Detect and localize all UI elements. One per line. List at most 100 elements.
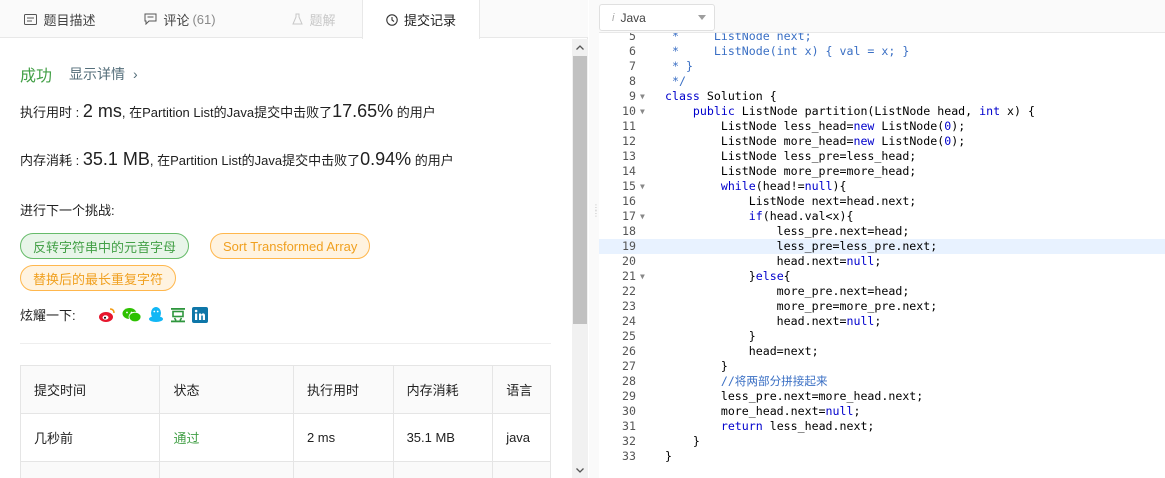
scroll-up-arrow-icon[interactable] <box>572 39 588 55</box>
fold-arrow-icon[interactable]: ▼ <box>640 269 645 284</box>
memory-stat: 内存消耗 : 35.1 MB, 在Partition List的Java提交中击… <box>20 149 454 170</box>
code-line[interactable]: 27 } <box>599 359 1165 374</box>
code-text: }else{ <box>665 269 791 283</box>
code-line[interactable]: 9 ▼ class Solution { <box>599 89 1165 104</box>
left-panel: 题目描述 评论 (61) 题解 提交记录 成功 显示详情 › 执行用时 : 2 … <box>0 0 588 478</box>
code-line[interactable]: 26 head=next; <box>599 344 1165 359</box>
code-line[interactable]: 32 } <box>599 434 1165 449</box>
cell-memory: 35.1 MB <box>394 414 494 461</box>
challenge-chip-1[interactable]: 反转字符串中的元音字母 <box>20 233 190 259</box>
code-text: head=next; <box>665 344 819 358</box>
code-line[interactable]: 16 ListNode next=head.next; <box>599 194 1165 209</box>
cell-empty <box>394 462 494 478</box>
language-select[interactable]: i Java <box>599 4 715 31</box>
code-line[interactable]: 29 less_pre.next=more_head.next; <box>599 389 1165 404</box>
code-text: less_pre.next=head; <box>665 224 910 238</box>
line-number: 32 <box>622 434 636 448</box>
tab-bar: 题目描述 评论 (61) 题解 提交记录 <box>0 0 588 39</box>
weibo-icon[interactable] <box>98 307 116 323</box>
line-number: 5 <box>629 33 636 43</box>
qq-icon[interactable] <box>148 306 164 323</box>
fold-arrow-icon[interactable]: ▼ <box>640 104 645 119</box>
line-number: 8 <box>629 74 636 88</box>
header-status: 状态 <box>160 366 294 413</box>
submissions-table: 提交时间 状态 执行用时 内存消耗 语言 几秒前 通过 2 ms 35.1 MB… <box>20 365 551 478</box>
code-editor[interactable]: 5 * ListNode next; 6 * ListNode(int x) { … <box>599 33 1165 478</box>
code-line[interactable]: 20 head.next=null; <box>599 254 1165 269</box>
code-text: //将两部分拼接起来 <box>720 374 828 388</box>
panel-splitter[interactable]: ⋮ ⋮ <box>589 0 600 478</box>
tab-description[interactable]: 题目描述 <box>0 0 120 38</box>
code-line[interactable]: 31 return less_head.next; <box>599 419 1165 434</box>
code-line[interactable]: 30 more_head.next=null; <box>599 404 1165 419</box>
wechat-icon[interactable] <box>122 307 142 323</box>
code-line[interactable]: 6 * ListNode(int x) { val = x; } <box>599 44 1165 59</box>
code-line[interactable]: 7 * } <box>599 59 1165 74</box>
code-text: ListNode more_head=new ListNode(0); <box>665 134 966 148</box>
code-text: while(head!=null){ <box>720 179 847 193</box>
code-line[interactable]: 28 //将两部分拼接起来 <box>599 374 1165 389</box>
code-text: } <box>665 434 700 448</box>
share-icons <box>98 306 214 323</box>
fold-arrow-icon[interactable]: ▼ <box>640 89 645 104</box>
code-line[interactable]: 18 less_pre.next=head; <box>599 224 1165 239</box>
code-line[interactable]: 15 ▼ while(head!=null){ <box>599 179 1165 194</box>
runtime-value: 2 ms <box>82 101 122 121</box>
code-line[interactable]: 5 * ListNode next; <box>599 33 1165 44</box>
code-text: head.next=null; <box>665 314 882 328</box>
code-line[interactable]: 17 ▼ if(head.val<x){ <box>599 209 1165 224</box>
line-number: 26 <box>622 344 636 358</box>
submission-content: 成功 显示详情 › 执行用时 : 2 ms, 在Partition List的Ja… <box>0 39 572 478</box>
code-line[interactable]: 11 ListNode less_head=new ListNode(0); <box>599 119 1165 134</box>
tab-comments-label: 评论 <box>163 12 190 28</box>
line-number: 20 <box>622 254 636 268</box>
challenge-chip-3[interactable]: 替换后的最长重复字符 <box>20 265 177 291</box>
code-line[interactable]: 22 more_pre.next=head; <box>599 284 1165 299</box>
cell-status-link[interactable]: 通过 <box>160 414 294 461</box>
runtime-stat: 执行用时 : 2 ms, 在Partition List的Java提交中击败了1… <box>20 101 436 122</box>
scrollbar-thumb[interactable] <box>573 56 587 324</box>
memory-value: 35.1 MB <box>82 149 150 169</box>
header-runtime: 执行用时 <box>294 366 394 413</box>
code-text: less_pre.next=more_head.next; <box>665 389 924 403</box>
code-line[interactable]: 25 } <box>599 329 1165 344</box>
tab-submissions[interactable]: 提交记录 <box>362 0 480 39</box>
code-text: more_pre=more_pre.next; <box>665 299 938 313</box>
table-header-row: 提交时间 状态 执行用时 内存消耗 语言 <box>21 366 550 414</box>
code-text: * ListNode next; <box>665 33 812 43</box>
line-number: 27 <box>622 359 636 373</box>
code-line[interactable]: 24 head.next=null; <box>599 314 1165 329</box>
fold-arrow-icon[interactable]: ▼ <box>640 209 645 224</box>
line-number: 9 <box>629 89 636 103</box>
app-root: 题目描述 评论 (61) 题解 提交记录 成功 显示详情 › 执行用时 : 2 … <box>0 0 1165 478</box>
code-line[interactable]: 33} <box>599 449 1165 464</box>
cell-empty <box>493 462 550 478</box>
code-line[interactable]: 23 more_pre=more_pre.next; <box>599 299 1165 314</box>
challenge-chip-2[interactable]: Sort Transformed Array <box>210 233 371 259</box>
tab-comments[interactable]: 评论 (61) <box>120 0 240 38</box>
code-line[interactable]: 12 ListNode more_head=new ListNode(0); <box>599 134 1165 149</box>
show-details-link[interactable]: 显示详情 › <box>69 64 138 84</box>
cell-empty <box>21 462 161 478</box>
next-challenge-label: 进行下一个挑战: <box>20 203 115 218</box>
linkedin-icon[interactable] <box>191 306 208 323</box>
fold-arrow-icon[interactable]: ▼ <box>640 179 645 194</box>
code-line[interactable]: 21 ▼ }else{ <box>599 269 1165 284</box>
code-line[interactable]: 8 */ <box>599 74 1165 89</box>
show-details-label: 显示详情 <box>69 66 126 82</box>
code-line[interactable]: 10 ▼ public ListNode partition(ListNode h… <box>599 104 1165 119</box>
code-text: head.next=null; <box>665 254 882 268</box>
code-line[interactable]: 13 ListNode less_pre=less_head; <box>599 149 1165 164</box>
tab-comments-count: (61) <box>192 11 216 27</box>
memory-suffix: 的用户 <box>414 153 454 168</box>
line-number: 24 <box>622 314 636 328</box>
memory-label: 内存消耗 : <box>20 153 80 168</box>
line-number: 15 <box>622 179 636 193</box>
tab-description-label: 题目描述 <box>43 12 96 28</box>
douban-icon[interactable] <box>170 307 186 323</box>
code-line[interactable]: 14 ListNode more_pre=more_head; <box>599 164 1165 179</box>
scroll-down-arrow-icon[interactable] <box>572 462 588 478</box>
code-text: ListNode less_pre=less_head; <box>665 149 917 163</box>
left-scrollbar[interactable] <box>572 39 588 478</box>
code-line[interactable]: 19 less_pre=less_pre.next; <box>599 239 1165 254</box>
